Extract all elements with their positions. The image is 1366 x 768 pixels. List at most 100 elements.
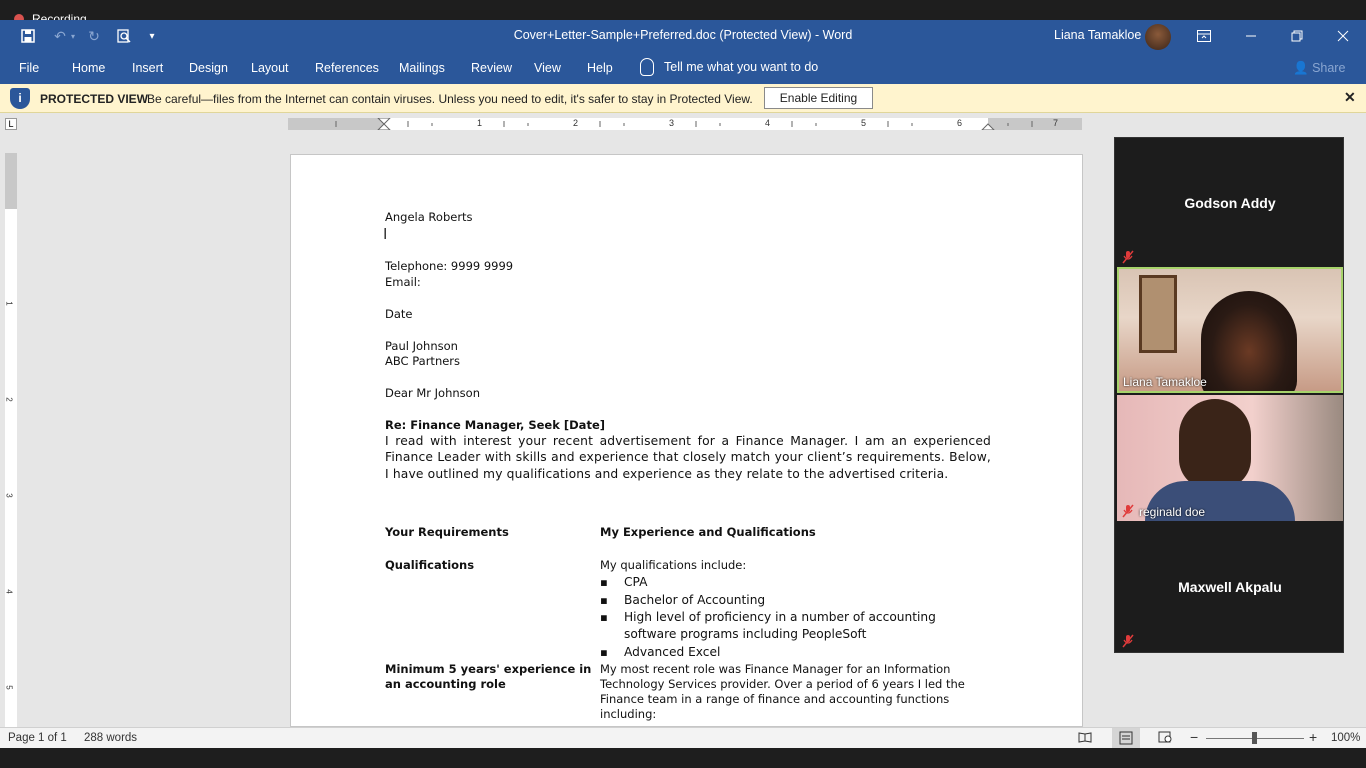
status-bar: Page 1 of 1 288 words − + 100% [0, 727, 1366, 748]
ruler-number: 3 [4, 493, 14, 498]
list-item-continuation: software programs including PeopleSoft [624, 627, 867, 641]
horizontal-ruler[interactable]: 1 2 3 4 5 6 7 [288, 118, 1082, 130]
word-count[interactable]: 288 words [84, 732, 137, 744]
requirement-experience: Minimum 5 years' experience in an accoun… [385, 662, 591, 692]
tell-me-text: Tell me what you want to do [664, 60, 819, 74]
list-item: Advanced Excel [624, 645, 721, 659]
close-icon[interactable] [1320, 20, 1366, 52]
requirements-header: Your Requirements [385, 525, 509, 539]
letter-date: Date [385, 307, 413, 321]
mic-off-icon [1121, 504, 1135, 518]
enable-editing-button[interactable]: Enable Editing [764, 87, 873, 109]
tab-view[interactable]: View [534, 61, 561, 75]
tab-selector-icon[interactable]: L [5, 118, 17, 130]
requirement-qualifications: Qualifications [385, 558, 475, 572]
list-item: CPA [624, 575, 648, 589]
ruler-number: 4 [4, 589, 14, 594]
recording-strip: Recording [0, 0, 1366, 26]
print-layout-icon[interactable] [1112, 728, 1140, 748]
participant-video-liana[interactable]: Liana Tamakloe [1117, 267, 1343, 393]
zoom-in-button[interactable]: + [1309, 729, 1317, 745]
mic-off-icon [1121, 250, 1135, 264]
page-count[interactable]: Page 1 of 1 [8, 732, 67, 744]
list-item: High level of proficiency in a number of… [624, 610, 936, 624]
experience-text: My most recent role was Finance Manager … [600, 662, 965, 722]
ribbon-tabs: File Home Insert Design Layout Reference… [0, 52, 1366, 84]
user-name[interactable]: Liana Tamakloe [1054, 28, 1141, 42]
close-message-bar-icon[interactable]: ✕ [1344, 89, 1356, 106]
participant-label: Liana Tamakloe [1123, 375, 1207, 389]
tab-design[interactable]: Design [189, 61, 228, 75]
zoom-level[interactable]: 100% [1331, 732, 1360, 744]
zoom-out-button[interactable]: − [1190, 729, 1198, 745]
experience-header: My Experience and Qualifications [600, 525, 816, 539]
protected-view-message: Be careful—files from the Internet can c… [147, 92, 753, 106]
bullet-icon: ▪ [600, 575, 608, 589]
participant-figure [1179, 399, 1251, 489]
tab-layout[interactable]: Layout [251, 61, 289, 75]
ruler-number: 2 [573, 118, 579, 128]
tell-me-box[interactable]: Tell me what you want to do [640, 58, 818, 76]
tab-mailings[interactable]: Mailings [399, 61, 445, 75]
intro-paragraph: I read with interest your recent adverti… [385, 434, 991, 481]
tab-references[interactable]: References [315, 61, 379, 75]
bullet-icon: ▪ [600, 610, 608, 624]
requirement-experience-line: Minimum 5 years' experience in [385, 662, 592, 676]
read-mode-icon[interactable] [1078, 731, 1092, 746]
subject-line: Re: Finance Manager, Seek [Date] [385, 418, 605, 432]
meeting-participants-panel: Godson Addy Liana Tamakloe reginald doe … [1114, 137, 1344, 653]
requirement-experience-line: an accounting role [385, 677, 506, 691]
bullet-icon: ▪ [600, 645, 608, 659]
share-icon: 👤 [1293, 61, 1309, 75]
participant-video-reginald[interactable]: reginald doe [1117, 395, 1343, 521]
title-bar: ↶ ▾ ↻ ▾ Cover+Letter-Sample+Preferred.do… [0, 20, 1366, 52]
qualifications-intro: My qualifications include: [600, 558, 747, 572]
ribbon-display-icon[interactable] [1181, 20, 1227, 52]
zoom-slider-thumb[interactable] [1252, 732, 1257, 744]
sender-name: Angela Roberts [385, 210, 473, 224]
tab-review[interactable]: Review [471, 61, 512, 75]
vertical-ruler[interactable]: 1 2 3 4 5 [5, 153, 17, 727]
document-page[interactable]: Angela Roberts I Telephone: 9999 9999 Em… [290, 154, 1083, 727]
participant-figure [1201, 291, 1297, 391]
shield-icon: i [10, 88, 30, 109]
experience-text-line: Finance team in a range of finance and a… [600, 692, 950, 706]
minimize-icon[interactable] [1228, 20, 1274, 52]
ruler-number: 5 [4, 685, 14, 690]
lightbulb-icon [640, 58, 654, 76]
ruler-number: 6 [957, 118, 963, 128]
web-layout-icon[interactable] [1158, 731, 1172, 746]
ruler-number: 1 [4, 301, 14, 306]
experience-text-line: including: [600, 707, 657, 721]
experience-text-line: My most recent role was Finance Manager … [600, 662, 951, 676]
bullet-icon: ▪ [600, 593, 608, 607]
share-label: Share [1312, 61, 1346, 75]
recipient-company: ABC Partners [385, 354, 461, 368]
protected-view-title: PROTECTED VIEW [40, 92, 149, 106]
ruler-number: 4 [765, 118, 771, 128]
ruler-ticks [335, 118, 1033, 130]
participant-name: Godson Addy [1184, 195, 1276, 211]
salutation: Dear Mr Johnson [385, 386, 480, 400]
recipient-name: Paul Johnson [385, 339, 458, 353]
sender-email: Email: [385, 275, 421, 289]
restore-icon[interactable] [1274, 20, 1320, 52]
participant-label: reginald doe [1139, 505, 1206, 519]
user-avatar[interactable] [1145, 24, 1171, 50]
mic-off-icon [1121, 634, 1135, 648]
ruler-number: 1 [477, 118, 483, 128]
ruler-number: 2 [4, 397, 14, 402]
experience-text-line: Technology Services provider. Over a per… [600, 677, 965, 691]
tab-file[interactable]: File [19, 61, 39, 75]
protected-view-bar: i PROTECTED VIEW Be careful—files from t… [0, 84, 1366, 113]
ruler-number: 7 [1053, 118, 1059, 128]
ruler-number: 5 [861, 118, 867, 128]
tab-insert[interactable]: Insert [132, 61, 163, 75]
participant-name: Maxwell Akpalu [1178, 579, 1282, 595]
share-button[interactable]: 👤 Share [1293, 61, 1345, 76]
text-cursor-icon: I [383, 225, 388, 243]
list-item: Bachelor of Accounting [624, 593, 766, 607]
sender-telephone: Telephone: 9999 9999 [385, 259, 514, 273]
tab-home[interactable]: Home [72, 61, 105, 75]
tab-help[interactable]: Help [587, 61, 613, 75]
